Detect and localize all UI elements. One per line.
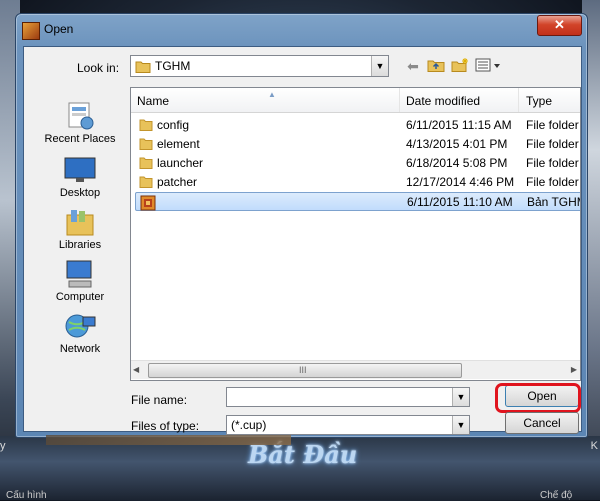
file-row[interactable]: patcher 12/17/2014 4:46 PM File folder: [135, 173, 580, 192]
file-type: File folder: [526, 175, 579, 189]
background-right-text: K: [590, 440, 598, 452]
dialog-footer-strip: [46, 435, 291, 445]
file-type: File folder: [526, 137, 579, 151]
scrollbar-thumb[interactable]: III: [148, 363, 462, 378]
file-type-dropdown[interactable]: (*.cup) ▼: [226, 415, 470, 435]
horizontal-scrollbar[interactable]: ◀ III ▶: [131, 360, 580, 379]
file-date: 6/11/2015 11:10 AM: [407, 195, 513, 209]
app-file-icon: [140, 195, 156, 214]
up-folder-icon[interactable]: [426, 57, 446, 75]
place-libraries[interactable]: Libraries: [32, 207, 128, 251]
look-in-dropdown[interactable]: TGHM ▼: [130, 55, 389, 77]
folder-icon: [139, 137, 153, 153]
file-date: 4/13/2015 4:01 PM: [406, 137, 508, 151]
place-label: Network: [59, 343, 101, 355]
desktop-icon: [63, 155, 97, 185]
chevron-down-icon[interactable]: ▼: [452, 416, 469, 434]
file-list-header: Name ▲ Date modified Type: [131, 88, 580, 113]
place-recent-places[interactable]: Recent Places: [32, 101, 128, 145]
background-left-text: y: [0, 440, 6, 452]
file-row[interactable]: config 6/11/2015 11:15 AM File folder: [135, 116, 580, 135]
file-row-selected[interactable]: 6/11/2015 11:10 AM Bản TGHM: [135, 192, 581, 214]
sort-ascending-icon: ▲: [268, 90, 276, 99]
title-bar[interactable]: Open ✕: [16, 14, 587, 44]
look-in-value: TGHM: [155, 59, 191, 73]
close-button[interactable]: ✕: [537, 15, 582, 36]
file-row[interactable]: launcher 6/18/2014 5:08 PM File folder: [135, 154, 580, 173]
dialog-body: Look in: TGHM ▼ ⬅ Recent Places Desktop …: [23, 46, 582, 435]
file-name-field[interactable]: ▼: [226, 387, 470, 407]
file-type: Bản TGHM: [527, 195, 581, 209]
file-list[interactable]: Name ▲ Date modified Type config 6/11/20…: [130, 87, 581, 381]
file-type-label: Files of type:: [131, 419, 200, 433]
place-label: Recent Places: [44, 133, 116, 145]
computer-icon: [63, 259, 97, 289]
place-desktop[interactable]: Desktop: [32, 155, 128, 199]
place-label: Desktop: [59, 187, 101, 199]
app-icon: [22, 22, 40, 40]
config-button[interactable]: Cấu hình: [6, 490, 47, 501]
file-name: element: [157, 137, 200, 151]
scrollbar-grip: III: [299, 365, 307, 375]
place-network[interactable]: Network: [32, 311, 128, 355]
folder-icon: [139, 118, 153, 134]
open-dialog: Open ✕ Look in: TGHM ▼ ⬅ Recent Places D…: [15, 13, 588, 445]
scroll-left-icon[interactable]: ◀: [133, 365, 139, 374]
view-menu-icon[interactable]: [474, 57, 502, 75]
look-in-label: Look in:: [77, 61, 120, 75]
file-name: launcher: [157, 156, 204, 170]
file-date: 12/17/2014 4:46 PM: [406, 175, 515, 189]
chevron-down-icon[interactable]: ▼: [452, 388, 469, 406]
back-arrow-icon[interactable]: ⬅: [405, 57, 421, 75]
folder-icon: [135, 59, 151, 76]
cancel-button[interactable]: Cancel: [505, 412, 579, 434]
file-date: 6/18/2014 5:08 PM: [406, 156, 508, 170]
place-label: Libraries: [58, 239, 102, 251]
libraries-icon: [63, 207, 97, 237]
file-name-label: File name:: [131, 393, 188, 407]
file-type-value: (*.cup): [231, 418, 267, 432]
mode-button[interactable]: Chế độ: [540, 490, 572, 501]
file-type: File folder: [526, 118, 579, 132]
network-icon: [63, 311, 97, 341]
file-date: 6/11/2015 11:15 AM: [406, 118, 512, 132]
folder-icon: [139, 175, 153, 191]
places-bar: Recent Places Desktop Libraries Computer: [32, 85, 128, 370]
dialog-title: Open: [44, 22, 74, 36]
column-header-type[interactable]: Type: [520, 88, 580, 112]
file-type: File folder: [526, 156, 579, 170]
file-row[interactable]: element 4/13/2015 4:01 PM File folder: [135, 135, 580, 154]
file-name: patcher: [157, 175, 198, 189]
scroll-right-icon[interactable]: ▶: [571, 365, 577, 374]
chevron-down-icon[interactable]: ▼: [371, 56, 388, 76]
column-header-date[interactable]: Date modified: [400, 88, 519, 112]
recent-places-icon: [63, 101, 97, 131]
new-folder-icon[interactable]: [450, 57, 470, 75]
place-computer[interactable]: Computer: [32, 259, 128, 303]
folder-icon: [139, 156, 153, 172]
open-button[interactable]: Open: [505, 385, 579, 407]
place-label: Computer: [55, 291, 105, 303]
file-name: config: [157, 118, 190, 132]
